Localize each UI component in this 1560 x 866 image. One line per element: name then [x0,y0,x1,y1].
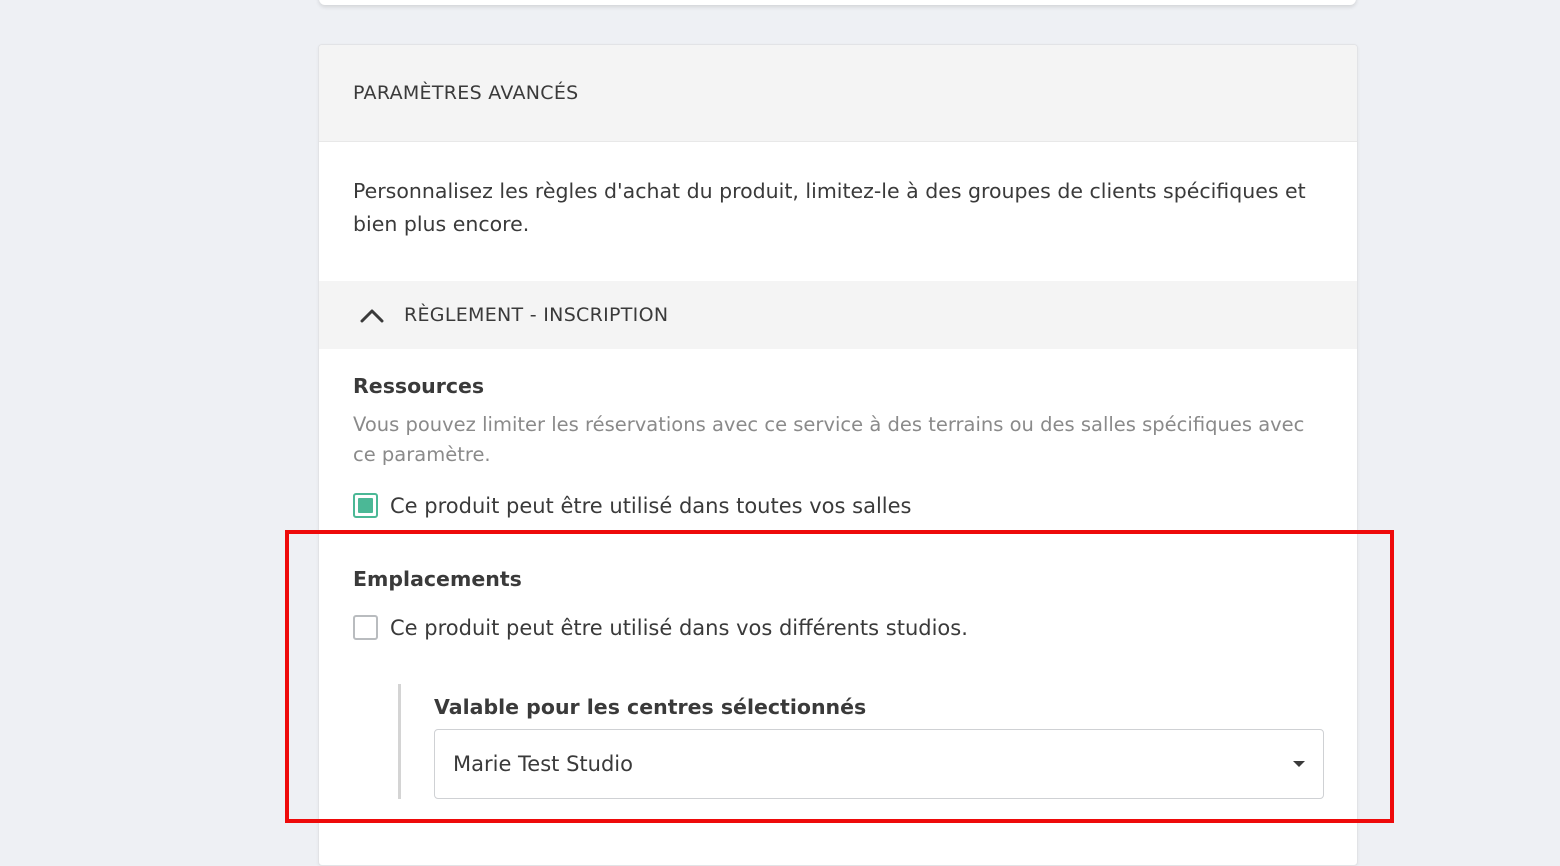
studios-option[interactable]: Ce produit peut être utilisé dans vos di… [353,615,1323,640]
accordion-title: RÈGLEMENT - INSCRIPTION [404,304,669,326]
caret-down-icon[interactable] [1293,761,1305,767]
studios-checkbox[interactable] [353,615,378,640]
select-value: Marie Test Studio [453,752,633,776]
ressources-title: Ressources [353,374,485,398]
all-rooms-checkbox[interactable] [353,493,378,518]
selected-centers-label: Valable pour les centres sélectionnés [434,695,867,719]
previous-card-edge [319,0,1356,5]
studios-checkbox-label[interactable]: Ce produit peut être utilisé dans vos di… [390,616,968,640]
all-rooms-checkbox-label[interactable]: Ce produit peut être utilisé dans toutes… [390,494,911,518]
card-title: PARAMÈTRES AVANCÉS [353,82,579,104]
card-description: Personnalisez les règles d'achat du prod… [353,179,1306,236]
ressources-section: Ressources Vous pouvez limiter les réser… [319,349,1357,799]
all-rooms-option[interactable]: Ce produit peut être utilisé dans toutes… [353,493,1323,518]
selected-centers-group: Valable pour les centres sélectionnés Ma… [398,684,1324,799]
ressources-help-text: Vous pouvez limiter les réservations ave… [353,413,1305,466]
chevron-up-icon[interactable] [359,305,385,325]
advanced-settings-card: PARAMÈTRES AVANCÉS Personnalisez les règ… [318,44,1358,866]
selected-centers-select[interactable]: Marie Test Studio [434,729,1324,799]
card-header: PARAMÈTRES AVANCÉS [319,45,1357,142]
accordion-reglement-inscription[interactable]: RÈGLEMENT - INSCRIPTION [319,281,1357,349]
emplacements-title: Emplacements [353,567,522,591]
